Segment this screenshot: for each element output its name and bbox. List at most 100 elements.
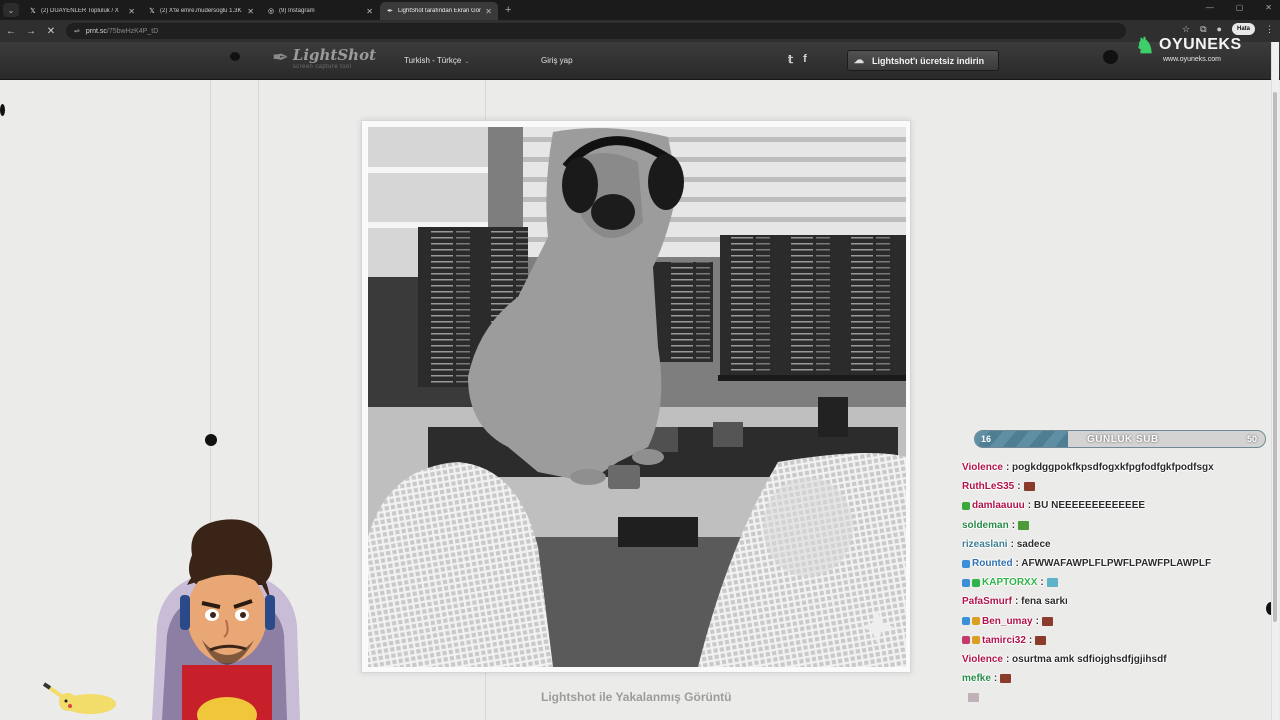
dog-with-headphones-photo [368,127,906,667]
new-tab-button[interactable]: + [505,4,511,16]
twitter-icon[interactable]: 𝕥 [788,53,793,66]
scrollbar-thumb[interactable] [1273,92,1277,622]
browser-toolbar: ← → ✕ ⇌ prnt.sc/75bwHzK4P_tD ☆ ⧉ ● Hata … [0,20,1280,42]
chat-text: : fena sarkı [1015,596,1068,608]
chat-emote-icon [1041,616,1053,626]
download-cloud-icon: ☁ [854,55,864,66]
chat-badge-icon [962,559,970,568]
address-bar[interactable]: ⇌ prnt.sc/75bwHzK4P_tD [66,23,1126,39]
logo-subtitle: screen capture tool [292,64,352,70]
site-info-icon[interactable]: ⇌ [74,27,80,35]
tab-close-icon[interactable]: ✕ [128,7,135,16]
chat-badge-icon [962,578,970,587]
image-caption: Lightshot ile Yakalanmış Görüntü [541,690,732,704]
chat-emote-icon [1035,635,1047,645]
chat-text: : [1028,634,1033,646]
chat-username[interactable]: tamirci32 [982,635,1026,646]
download-button[interactable]: ☁ Lightshot'ı ücretsiz indirin [847,50,999,71]
chat-emote-icon [1023,482,1035,492]
captured-image[interactable] [368,127,906,667]
chat-message: KAPTORXX: [962,573,1262,592]
social-links: 𝕥 f [788,53,807,66]
chat-text: : osurtma amk sdfiojghsdfjgjihsdf [1005,653,1167,665]
browser-tab[interactable]: ✒ LightShot tarafından Ekran Gör ✕ [380,2,498,20]
site-header: ✒ LightShot screen capture tool Turkish … [0,42,1280,80]
menu-kebab-icon[interactable]: ⋮ [1265,24,1274,35]
minimize-icon[interactable]: — [1206,3,1214,12]
chat-username[interactable]: Violence [962,654,1003,665]
chat-username[interactable]: KAPTORXX [982,577,1037,588]
chat-message: Ben_umay: [962,612,1262,631]
language-selector[interactable]: Turkish - Türkçe ⌄ [404,56,469,65]
chat-emote-icon [1046,578,1058,588]
chat-message: rizeaslani: sadece [962,535,1262,554]
chat-message: Rounted: AFWWAFAWPLFLPWFLPAWFPLAWPLF [962,554,1262,573]
chat-badge-icon [962,501,970,510]
dust-spot [230,52,240,61]
tab-label: (2) DUAYENLER Topluluk / X [41,8,119,14]
chat-emote-icon [1018,520,1030,530]
chat-badge-icon [962,636,970,645]
chat-badge-icon [972,578,980,587]
chat-username[interactable]: soldeman [962,520,1009,531]
browser-tab[interactable]: 𝕏 (2) X'te emre.mudersoglu 1.3K ✕ [142,2,260,20]
chat-username[interactable]: RuthLeS35 [962,481,1014,492]
chat-badge-icon [962,617,970,626]
chat-username[interactable]: rizeaslani [962,539,1008,550]
window-controls: — ▢ ✕ [1206,3,1272,12]
chat-username[interactable]: PafaSmurf [962,596,1012,607]
login-link[interactable]: Giriş yap [541,56,573,65]
chat-username[interactable]: mefke [962,673,991,684]
chevron-down-icon: ⌄ [464,59,470,65]
chat-text: : [1017,481,1021,493]
chat-emote-icon [1000,674,1012,684]
lightshot-icon: ✒ [387,8,393,15]
chat-message: damlaauuu: BU NEEEEEEEEEEEEE [962,496,1262,515]
dust-spot [1103,50,1118,64]
close-window-icon[interactable]: ✕ [1265,3,1272,12]
instagram-icon: ◎ [267,8,275,15]
chat-badge-icon [972,636,980,645]
dust-spot [0,104,5,116]
chat-username[interactable]: Violence [962,462,1003,473]
back-icon[interactable]: ← [2,26,20,37]
tab-close-icon[interactable]: ✕ [485,7,492,16]
logo-title: LightShot [292,46,377,64]
tab-label: (2) X'te emre.mudersoglu 1.3K [160,8,242,14]
forward-icon[interactable]: → [22,26,40,37]
browser-tabbar: ⌄ 𝕏 (2) DUAYENLER Topluluk / X ✕ 𝕏 (2) X'te … [0,0,1280,20]
chat-username[interactable]: damlaauuu [972,500,1025,511]
stream-chat: Violence: pogkdggpokfkpsdfogxkfpgfodfgkf… [962,458,1262,703]
tab-search-icon[interactable]: ⌄ [3,3,19,17]
download-button-label: Lightshot'ı ücretsiz indirin [872,55,985,66]
chat-text: : BU NEEEEEEEEEEEEE [1027,500,1146,512]
maximize-icon[interactable]: ▢ [1236,3,1244,12]
browser-tab[interactable]: 𝕏 (2) DUAYENLER Topluluk / X ✕ [23,2,141,20]
x-icon: 𝕏 [149,8,155,15]
lightshot-logo[interactable]: ✒ LightShot screen capture tool [272,46,377,71]
chat-text: : [993,673,998,685]
chat-message: Violence: pogkdggpokfkpsdfogxkfpgfodfgkf… [962,458,1262,477]
tab-close-icon[interactable]: ✕ [366,7,373,16]
chat-username[interactable]: Rounted [972,558,1013,569]
chat-username[interactable]: Ben_umay [982,616,1033,627]
x-icon: 𝕏 [30,8,36,15]
chat-text: : pogkdggpokfkpsdfogxkfpgfodfgkfpodfsgx [1005,462,1214,474]
page-scrollbar[interactable] [1271,42,1279,720]
browser-tab[interactable]: ◎ (9) Instagram ✕ [261,2,379,20]
screenshot-frame [361,120,911,673]
chat-message: soldeman: [962,516,1262,535]
daily-sub-goal-bar: 16 GÜNLUK SUB 50 [974,430,1266,448]
facebook-icon[interactable]: f [803,53,807,66]
chat-message: mefke: [962,669,1262,688]
dust-spot [205,434,217,446]
chat-message [962,688,1262,703]
tab-close-icon[interactable]: ✕ [247,7,254,16]
chat-text: : [1011,519,1016,531]
feather-icon: ✒ [272,47,289,69]
sub-current: 16 [981,434,992,444]
url-text: prnt.sc/75bwHzK4P_tD [85,27,159,35]
sub-label: GÜNLUK SUB [1087,434,1159,445]
chat-text: : sadece [1010,538,1051,550]
stop-loading-icon[interactable]: ✕ [42,26,60,37]
